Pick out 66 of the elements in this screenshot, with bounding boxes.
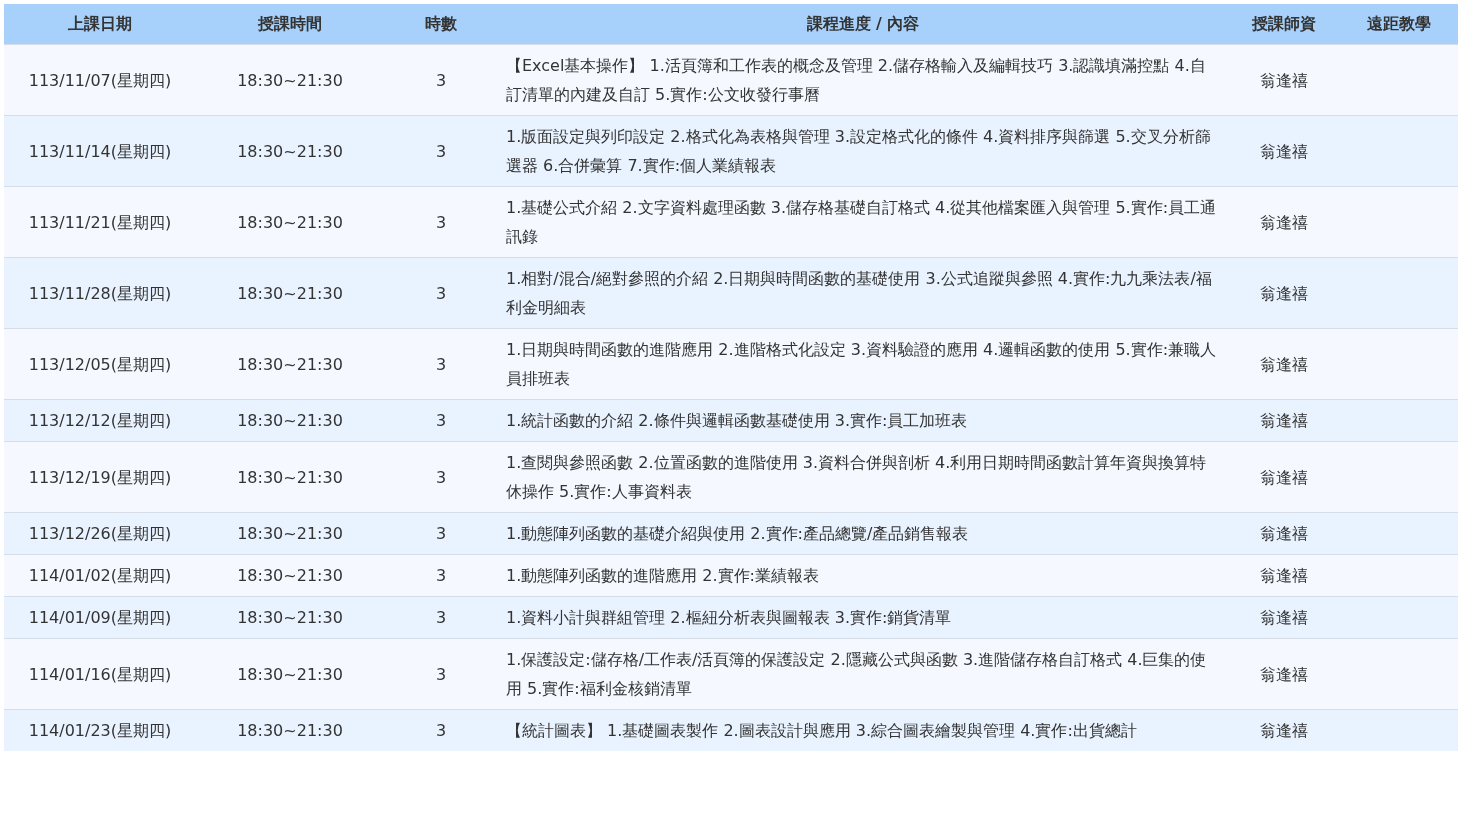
teacher-cell: 翁逢禧 bbox=[1228, 186, 1340, 258]
time-cell: 18:30~21:30 bbox=[196, 441, 384, 513]
hours-cell: 3 bbox=[384, 709, 498, 751]
teacher-cell: 翁逢禧 bbox=[1228, 257, 1340, 329]
teacher-cell: 翁逢禧 bbox=[1228, 596, 1340, 639]
date-cell: 114/01/02(星期四) bbox=[4, 554, 196, 597]
teacher-cell: 翁逢禧 bbox=[1228, 554, 1340, 597]
date-cell: 113/12/12(星期四) bbox=[4, 399, 196, 442]
date-cell: 113/11/21(星期四) bbox=[4, 186, 196, 258]
hours-cell: 3 bbox=[384, 399, 498, 442]
teacher-cell: 翁逢禧 bbox=[1228, 328, 1340, 400]
hours-cell: 3 bbox=[384, 596, 498, 639]
time-cell: 18:30~21:30 bbox=[196, 554, 384, 597]
hours-cell: 3 bbox=[384, 554, 498, 597]
teacher-cell: 翁逢禧 bbox=[1228, 399, 1340, 442]
teacher-cell: 翁逢禧 bbox=[1228, 44, 1340, 116]
hours-cell: 3 bbox=[384, 638, 498, 710]
content-cell: 1.統計函數的介紹 2.條件與邏輯函數基礎使用 3.實作:員工加班表 bbox=[498, 399, 1228, 442]
content-cell: 1.版面設定與列印設定 2.格式化為表格與管理 3.設定格式化的條件 4.資料排序與篩選 5.交叉分析篩選器 6.合併彙算 7.實作:個人業績報表 bbox=[498, 115, 1228, 187]
content-cell: 1.資料小計與群組管理 2.樞紐分析表與圖報表 3.實作:銷貨清單 bbox=[498, 596, 1228, 639]
column-header: 授課師資 bbox=[1228, 4, 1340, 45]
column-header: 上課日期 bbox=[4, 4, 196, 45]
teacher-cell: 翁逢禧 bbox=[1228, 441, 1340, 513]
content-cell: 1.相對/混合/絕對參照的介紹 2.日期與時間函數的基礎使用 3.公式追蹤與參照 4.實作:九九乘法表/福利金明細表 bbox=[498, 257, 1228, 329]
date-cell: 113/11/07(星期四) bbox=[4, 44, 196, 116]
content-cell: 【Excel基本操作】 1.活頁簿和工作表的概念及管理 2.儲存格輸入及編輯技巧 3.認識填滿控點 4.自訂清單的內建及自訂 5.實作:公文收發行事曆 bbox=[498, 44, 1228, 116]
time-cell: 18:30~21:30 bbox=[196, 186, 384, 258]
time-cell: 18:30~21:30 bbox=[196, 44, 384, 116]
date-cell: 113/12/19(星期四) bbox=[4, 441, 196, 513]
hours-cell: 3 bbox=[384, 441, 498, 513]
time-cell: 18:30~21:30 bbox=[196, 512, 384, 555]
teacher-cell: 翁逢禧 bbox=[1228, 115, 1340, 187]
content-cell: 1.動態陣列函數的進階應用 2.實作:業績報表 bbox=[498, 554, 1228, 597]
teacher-cell: 翁逢禧 bbox=[1228, 638, 1340, 710]
column-header: 授課時間 bbox=[196, 4, 384, 45]
teacher-cell: 翁逢禧 bbox=[1228, 709, 1340, 751]
date-cell: 113/11/28(星期四) bbox=[4, 257, 196, 329]
date-cell: 114/01/23(星期四) bbox=[4, 709, 196, 751]
content-cell: 1.查閱與參照函數 2.位置函數的進階使用 3.資料合併與剖析 4.利用日期時間函數計算年資與換算特休操作 5.實作:人事資料表 bbox=[498, 441, 1228, 513]
hours-cell: 3 bbox=[384, 44, 498, 116]
date-cell: 113/12/26(星期四) bbox=[4, 512, 196, 555]
time-cell: 18:30~21:30 bbox=[196, 596, 384, 639]
time-cell: 18:30~21:30 bbox=[196, 257, 384, 329]
date-cell: 113/12/05(星期四) bbox=[4, 328, 196, 400]
time-cell: 18:30~21:30 bbox=[196, 709, 384, 751]
teacher-cell: 翁逢禧 bbox=[1228, 512, 1340, 555]
column-header: 時數 bbox=[384, 4, 498, 45]
content-cell: 1.保護設定:儲存格/工作表/活頁簿的保護設定 2.隱藏公式與函數 3.進階儲存格自訂格式 4.巨集的使用 5.實作:福利金核銷清單 bbox=[498, 638, 1228, 710]
time-cell: 18:30~21:30 bbox=[196, 638, 384, 710]
hours-cell: 3 bbox=[384, 257, 498, 329]
time-cell: 18:30~21:30 bbox=[196, 115, 384, 187]
hours-cell: 3 bbox=[384, 328, 498, 400]
date-cell: 114/01/09(星期四) bbox=[4, 596, 196, 639]
content-cell: 1.動態陣列函數的基礎介紹與使用 2.實作:產品總覽/產品銷售報表 bbox=[498, 512, 1228, 555]
time-cell: 18:30~21:30 bbox=[196, 399, 384, 442]
content-cell: 1.基礎公式介紹 2.文字資料處理函數 3.儲存格基礎自訂格式 4.從其他檔案匯入與管理 5.實作:員工通訊錄 bbox=[498, 186, 1228, 258]
content-cell: 1.日期與時間函數的進階應用 2.進階格式化設定 3.資料驗證的應用 4.邏輯函數的使用 5.實作:兼職人員排班表 bbox=[498, 328, 1228, 400]
date-cell: 114/01/16(星期四) bbox=[4, 638, 196, 710]
hours-cell: 3 bbox=[384, 115, 498, 187]
column-header: 遠距教學 bbox=[1340, 4, 1458, 45]
content-cell: 【統計圖表】 1.基礎圖表製作 2.圖表設計與應用 3.綜合圖表繪製與管理 4.實作:出貨總計 bbox=[498, 709, 1228, 751]
hours-cell: 3 bbox=[384, 512, 498, 555]
column-header: 課程進度 / 內容 bbox=[498, 4, 1228, 45]
time-cell: 18:30~21:30 bbox=[196, 328, 384, 400]
date-cell: 113/11/14(星期四) bbox=[4, 115, 196, 187]
hours-cell: 3 bbox=[384, 186, 498, 258]
